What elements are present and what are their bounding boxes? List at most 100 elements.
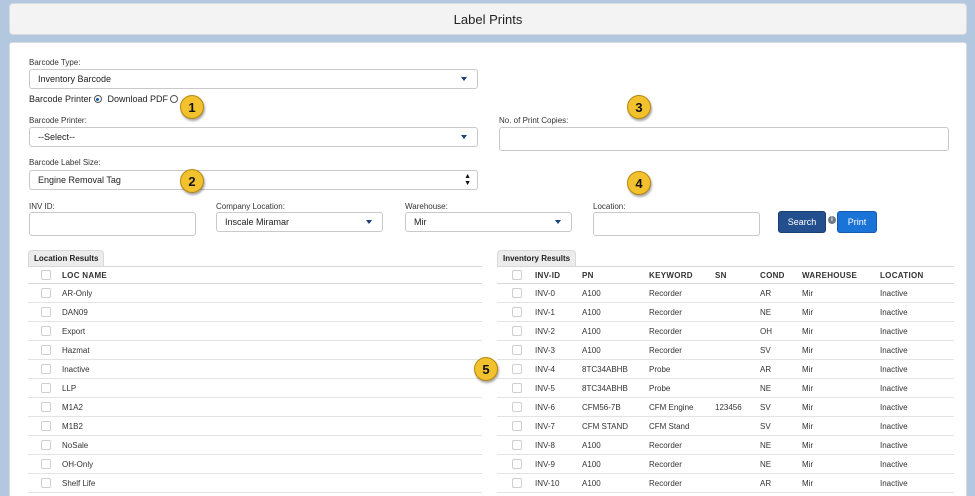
table-row[interactable]: OH-Only	[28, 454, 482, 474]
sn-cell	[715, 321, 760, 341]
pn-cell: CFM STAND	[582, 416, 649, 436]
callout-badge-3: 3	[627, 95, 651, 119]
sn-cell	[715, 435, 760, 455]
location-results-tab[interactable]: Location Results	[28, 250, 105, 266]
row-checkbox[interactable]	[512, 421, 522, 431]
row-checkbox[interactable]	[41, 326, 51, 336]
barcode-printer-select[interactable]: --Select--	[29, 127, 478, 147]
info-icon[interactable]: i	[828, 216, 836, 224]
row-checkbox[interactable]	[41, 383, 51, 393]
cond-cell: NE	[760, 378, 802, 398]
barcode-printer-radio-label: Barcode Printer	[29, 94, 92, 104]
table-row[interactable]: INV-7 CFM STAND CFM Stand SV Mir Inactive	[497, 416, 954, 436]
table-row[interactable]: Inactive	[28, 359, 482, 379]
cond-cell: SV	[760, 416, 802, 436]
warehouse-cell: Mir	[802, 321, 880, 341]
table-row[interactable]: DAN09	[28, 302, 482, 322]
row-checkbox[interactable]	[41, 288, 51, 298]
table-row[interactable]: INV-0 A100 Recorder AR Mir Inactive	[497, 283, 954, 303]
table-row[interactable]: INV-1 A100 Recorder NE Mir Inactive	[497, 302, 954, 322]
download-pdf-radio[interactable]	[170, 95, 179, 103]
column-header-keyword[interactable]: KEYWORD	[649, 266, 715, 284]
table-row[interactable]: Shelf Life	[28, 473, 482, 493]
warehouse-value: Mir	[414, 217, 427, 227]
keyword-cell: Probe	[649, 359, 715, 379]
column-header-inv-id[interactable]: INV-ID	[535, 266, 582, 284]
cond-cell: AR	[760, 359, 802, 379]
chevron-down-icon	[555, 220, 561, 224]
row-checkbox[interactable]	[512, 459, 522, 469]
row-checkbox[interactable]	[512, 364, 522, 374]
barcode-printer-value: --Select--	[38, 132, 76, 142]
table-row[interactable]: Hazmat	[28, 340, 482, 360]
inventory-results-tab[interactable]: Inventory Results	[497, 250, 577, 266]
column-header-loc-name[interactable]: LOC NAME	[62, 266, 482, 284]
row-checkbox[interactable]	[512, 383, 522, 393]
cond-cell: AR	[760, 473, 802, 493]
row-checkbox[interactable]	[512, 326, 522, 336]
row-checkbox[interactable]	[41, 459, 51, 469]
table-row[interactable]: INV-9 A100 Recorder NE Mir Inactive	[497, 454, 954, 474]
table-row[interactable]: INV-8 A100 Recorder NE Mir Inactive	[497, 435, 954, 455]
table-row[interactable]: Export	[28, 321, 482, 341]
print-button[interactable]: Print	[837, 211, 877, 233]
table-row[interactable]: M1A2	[28, 397, 482, 417]
row-checkbox[interactable]	[512, 345, 522, 355]
row-checkbox[interactable]	[41, 421, 51, 431]
row-checkbox[interactable]	[512, 440, 522, 450]
barcode-type-select[interactable]: Inventory Barcode	[29, 69, 478, 89]
table-row[interactable]: M1B2	[28, 416, 482, 436]
inventory-results-table: INV-ID PN KEYWORD SN COND WAREHOUSE LOCA…	[497, 266, 954, 493]
location-cell: Inactive	[880, 378, 954, 398]
location-input[interactable]	[593, 212, 760, 236]
table-row[interactable]: INV-4 8TC34ABHB Probe AR Mir Inactive	[497, 359, 954, 379]
table-row[interactable]: INV-5 8TC34ABHB Probe NE Mir Inactive	[497, 378, 954, 398]
inv-id-input[interactable]	[29, 212, 196, 236]
label-size-label: Barcode Label Size:	[29, 158, 101, 167]
row-checkbox[interactable]	[512, 307, 522, 317]
column-header-pn[interactable]: PN	[582, 266, 649, 284]
chevron-down-icon	[461, 77, 467, 81]
table-row[interactable]: LLP	[28, 378, 482, 398]
inv-id-cell: INV-0	[535, 283, 582, 303]
print-copies-input[interactable]	[499, 127, 949, 151]
search-button[interactable]: Search	[778, 211, 826, 233]
table-row[interactable]: INV-6 CFM56-7B CFM Engine 123456 SV Mir Inacti…	[497, 397, 954, 417]
row-checkbox[interactable]	[512, 288, 522, 298]
row-checkbox[interactable]	[41, 440, 51, 450]
company-location-label: Company Location:	[216, 202, 285, 211]
row-checkbox[interactable]	[41, 402, 51, 412]
location-cell: Inactive	[880, 397, 954, 417]
row-checkbox[interactable]	[512, 478, 522, 488]
pn-cell: A100	[582, 340, 649, 360]
warehouse-select[interactable]: Mir	[405, 212, 572, 232]
inv-id-cell: INV-4	[535, 359, 582, 379]
sn-cell: 123456	[715, 397, 760, 417]
row-checkbox[interactable]	[41, 345, 51, 355]
table-row[interactable]: INV-2 A100 Recorder OH Mir Inactive	[497, 321, 954, 341]
barcode-printer-radio[interactable]	[93, 95, 102, 103]
callout-badge-1: 1	[180, 95, 204, 119]
table-row[interactable]: INV-3 A100 Recorder SV Mir Inactive	[497, 340, 954, 360]
row-checkbox[interactable]	[512, 402, 522, 412]
sn-cell	[715, 302, 760, 322]
warehouse-cell: Mir	[802, 397, 880, 417]
table-row[interactable]: INV-10 A100 Recorder AR Mir Inactive	[497, 473, 954, 493]
table-row[interactable]: AR-Only	[28, 283, 482, 303]
column-header-cond[interactable]: COND	[760, 266, 802, 284]
label-size-value: Engine Removal Tag	[38, 175, 121, 185]
row-checkbox[interactable]	[41, 364, 51, 374]
select-all-checkbox[interactable]	[512, 270, 522, 280]
column-header-location[interactable]: LOCATION	[880, 266, 954, 284]
keyword-cell: Recorder	[649, 473, 715, 493]
row-checkbox[interactable]	[41, 307, 51, 317]
table-row[interactable]: NoSale	[28, 435, 482, 455]
cond-cell: AR	[760, 283, 802, 303]
row-checkbox[interactable]	[41, 478, 51, 488]
company-location-select[interactable]: Inscale Miramar	[216, 212, 383, 232]
cond-cell: NE	[760, 435, 802, 455]
select-all-checkbox[interactable]	[41, 270, 51, 280]
label-size-select[interactable]: Engine Removal Tag ▲ ▼	[29, 170, 478, 190]
column-header-sn[interactable]: SN	[715, 266, 760, 284]
column-header-warehouse[interactable]: WAREHOUSE	[802, 266, 880, 284]
